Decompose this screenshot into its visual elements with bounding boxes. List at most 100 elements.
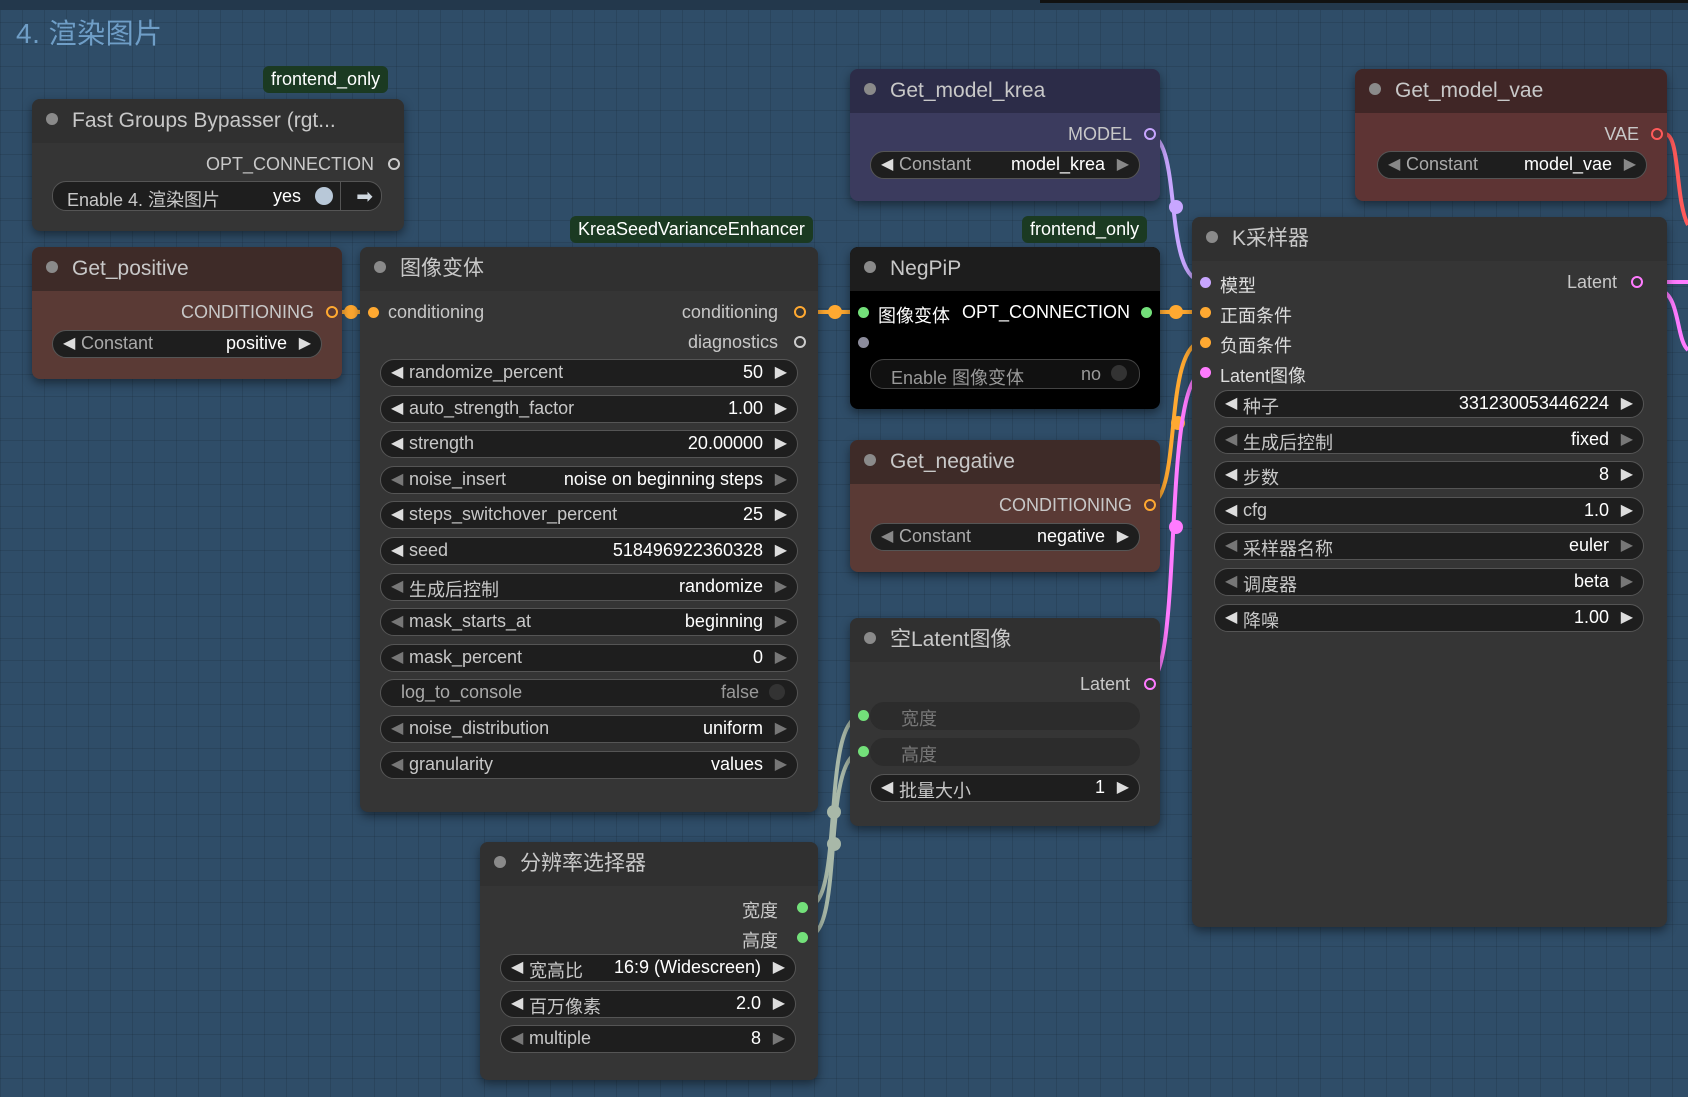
decrement-arrow-icon[interactable]: ◀	[881, 154, 893, 174]
widget-0[interactable]: ◀ randomize_percent 50 ▶	[380, 359, 798, 387]
node-header[interactable]: K采样器	[1192, 217, 1667, 261]
height-input-widget[interactable]: 高度	[870, 738, 1140, 766]
increment-arrow-icon[interactable]: ▶	[775, 433, 787, 453]
group-title[interactable]: 4. 渲染图片	[16, 12, 163, 52]
constant-widget[interactable]: ◀ Constant negative ▶	[870, 523, 1140, 551]
decrement-arrow-icon[interactable]: ◀	[391, 398, 403, 418]
widget-6[interactable]: ◀ 生成后控制 randomize ▶	[380, 572, 798, 601]
collapse-dot-icon[interactable]	[864, 261, 876, 274]
node-header[interactable]: Get_model_krea	[850, 69, 1160, 113]
increment-arrow-icon[interactable]: ▶	[1621, 393, 1633, 413]
arrow-right-icon[interactable]: ➡	[356, 184, 373, 209]
collapse-dot-icon[interactable]	[1369, 83, 1381, 96]
node-header[interactable]: NegPiP	[850, 247, 1160, 291]
input-socket-height[interactable]	[858, 746, 869, 757]
increment-arrow-icon[interactable]: ▶	[1621, 571, 1633, 591]
ksampler-node[interactable]: K采样器 Latent 模型 正面条件 负面条件 Latent图像 ◀ 种子 3312300…	[1192, 217, 1667, 927]
decrement-arrow-icon[interactable]: ◀	[1225, 500, 1237, 520]
output-socket[interactable]	[1141, 307, 1152, 318]
widget-4[interactable]: ◀ 采样器名称 euler ▶	[1214, 532, 1644, 561]
output-socket[interactable]	[1651, 128, 1663, 140]
decrement-arrow-icon[interactable]: ◀	[1225, 464, 1237, 484]
decrement-arrow-icon[interactable]: ◀	[391, 611, 403, 631]
node-header[interactable]: 空Latent图像	[850, 618, 1160, 662]
decrement-arrow-icon[interactable]: ◀	[391, 504, 403, 524]
collapse-dot-icon[interactable]	[46, 113, 58, 126]
widget-9[interactable]: log_to_console false	[380, 679, 798, 708]
increment-arrow-icon[interactable]: ▶	[775, 576, 787, 596]
decrement-arrow-icon[interactable]: ◀	[391, 576, 403, 596]
increment-arrow-icon[interactable]: ▶	[775, 504, 787, 524]
decrement-arrow-icon[interactable]: ◀	[881, 777, 893, 797]
node-header[interactable]: Fast Groups Bypasser (rgt...	[32, 99, 404, 143]
widget-3[interactable]: ◀ noise_insert noise on beginning steps ▶	[380, 465, 798, 494]
increment-arrow-icon[interactable]: ▶	[1621, 500, 1633, 520]
input-socket[interactable]	[858, 307, 869, 318]
input-socket-width[interactable]	[858, 710, 869, 721]
increment-arrow-icon[interactable]: ▶	[775, 398, 787, 418]
negpip-node[interactable]: NegPiP 图像变体 OPT_CONNECTION Enable 图像变体 n…	[850, 247, 1160, 409]
collapse-dot-icon[interactable]	[864, 454, 876, 467]
widget-5[interactable]: ◀ seed 518496922360328 ▶	[380, 537, 798, 565]
output-socket-height[interactable]	[797, 932, 808, 943]
decrement-arrow-icon[interactable]: ◀	[1225, 571, 1237, 591]
toggle-knob-icon[interactable]	[1111, 365, 1127, 381]
increment-arrow-icon[interactable]: ▶	[1621, 429, 1633, 449]
widget-1[interactable]: ◀ auto_strength_factor 1.00 ▶	[380, 394, 798, 423]
decrement-arrow-icon[interactable]: ◀	[391, 718, 403, 738]
resolution-selector-node[interactable]: 分辨率选择器 宽度 高度 ◀ 宽高比 16:9 (Widescreen) ▶ ◀ 百万像素…	[480, 842, 818, 1080]
toggle-knob-icon[interactable]	[315, 187, 333, 205]
decrement-arrow-icon[interactable]: ◀	[63, 333, 75, 353]
toggle-widget[interactable]: Enable 4. 渲染图片 yes ➡	[52, 181, 382, 211]
decrement-arrow-icon[interactable]: ◀	[1225, 429, 1237, 449]
get-model-krea-node[interactable]: Get_model_krea MODEL ◀ Constant model_kr…	[850, 69, 1160, 201]
toggle-widget[interactable]: Enable 图像变体 no	[870, 359, 1140, 389]
widget-2[interactable]: ◀ strength 20.00000 ▶	[380, 430, 798, 459]
width-input-widget[interactable]: 宽度	[870, 702, 1140, 730]
decrement-arrow-icon[interactable]: ◀	[391, 754, 403, 774]
increment-arrow-icon[interactable]: ▶	[299, 333, 311, 353]
decrement-arrow-icon[interactable]: ◀	[391, 362, 403, 382]
node-header[interactable]: 分辨率选择器	[480, 842, 818, 886]
output-socket[interactable]	[1144, 499, 1156, 511]
empty-latent-node[interactable]: 空Latent图像 Latent 宽度 高度 ◀ 批量大小 1 ▶	[850, 618, 1160, 826]
increment-arrow-icon[interactable]: ▶	[1117, 154, 1129, 174]
toggle-knob-icon[interactable]	[769, 684, 785, 701]
output-socket-conditioning[interactable]	[794, 306, 806, 318]
increment-arrow-icon[interactable]: ▶	[775, 754, 787, 774]
output-socket-width[interactable]	[797, 902, 808, 913]
get-positive-node[interactable]: Get_positive CONDITIONING ◀ Constant pos…	[32, 247, 342, 379]
decrement-arrow-icon[interactable]: ◀	[391, 540, 403, 560]
decrement-arrow-icon[interactable]: ◀	[511, 957, 523, 977]
widget-5[interactable]: ◀ 调度器 beta ▶	[1214, 568, 1644, 596]
output-socket[interactable]	[1144, 128, 1156, 140]
decrement-arrow-icon[interactable]: ◀	[1225, 393, 1237, 413]
input-socket-extra[interactable]	[858, 337, 869, 348]
collapse-dot-icon[interactable]	[494, 856, 506, 869]
increment-arrow-icon[interactable]: ▶	[1621, 464, 1633, 484]
increment-arrow-icon[interactable]: ▶	[775, 540, 787, 560]
constant-widget[interactable]: ◀ Constant model_vae ▶	[1377, 151, 1647, 179]
widget-4[interactable]: ◀ steps_switchover_percent 25 ▶	[380, 501, 798, 530]
widget-1[interactable]: ◀ 百万像素 2.0 ▶	[500, 989, 796, 1018]
widget-7[interactable]: ◀ mask_starts_at beginning ▶	[380, 608, 798, 637]
widget-1[interactable]: ◀ 生成后控制 fixed ▶	[1214, 425, 1644, 454]
node-header[interactable]: Get_negative	[850, 440, 1160, 484]
get-negative-node[interactable]: Get_negative CONDITIONING ◀ Constant neg…	[850, 440, 1160, 572]
increment-arrow-icon[interactable]: ▶	[773, 993, 785, 1013]
increment-arrow-icon[interactable]: ▶	[1621, 607, 1633, 627]
increment-arrow-icon[interactable]: ▶	[773, 957, 785, 977]
collapse-dot-icon[interactable]	[374, 261, 386, 274]
input-socket-conditioning[interactable]	[368, 307, 379, 318]
increment-arrow-icon[interactable]: ▶	[1117, 526, 1129, 546]
decrement-arrow-icon[interactable]: ◀	[511, 1028, 523, 1048]
decrement-arrow-icon[interactable]: ◀	[881, 526, 893, 546]
collapse-dot-icon[interactable]	[46, 261, 58, 274]
increment-arrow-icon[interactable]: ▶	[775, 647, 787, 667]
input-socket-1[interactable]	[1200, 307, 1211, 318]
input-socket-2[interactable]	[1200, 337, 1211, 348]
batch-size-widget[interactable]: ◀ 批量大小 1 ▶	[870, 774, 1140, 802]
output-socket-diagnostics[interactable]	[794, 336, 806, 348]
widget-2[interactable]: ◀ multiple 8 ▶	[500, 1025, 796, 1054]
increment-arrow-icon[interactable]: ▶	[775, 362, 787, 382]
